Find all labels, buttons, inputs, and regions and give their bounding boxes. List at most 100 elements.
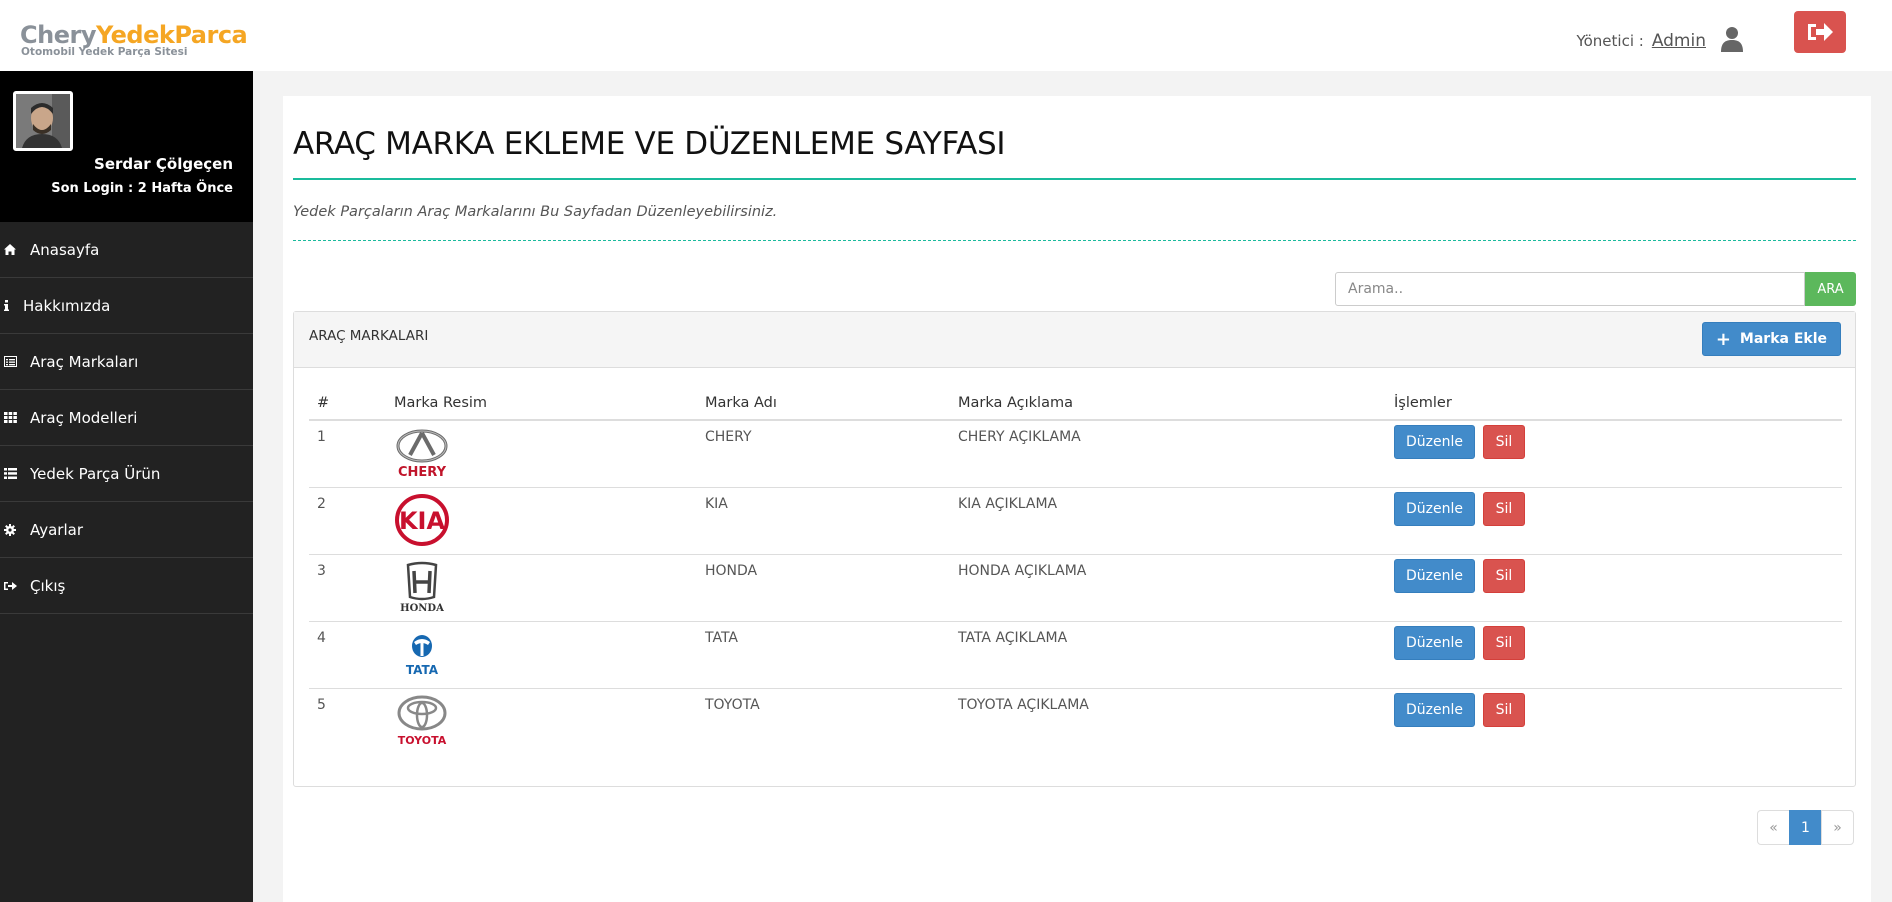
avatar-image: [16, 94, 70, 148]
info-icon: [4, 300, 17, 311]
tata-logo-icon: TATA: [406, 634, 439, 677]
row-actions: Düzenle Sil: [1386, 553, 1842, 621]
pagination-next[interactable]: »: [1821, 810, 1854, 845]
sidebar-item-arac-markalari[interactable]: Araç Markaları: [0, 334, 253, 390]
page-subtitle: Yedek Parçaların Araç Markalarını Bu Say…: [293, 204, 778, 220]
sidebar-item-label: Çıkış: [30, 576, 66, 595]
pagination-page-1[interactable]: 1: [1789, 810, 1822, 845]
logo-text: CheryYedekParca: [20, 21, 248, 49]
brand-name: TOYOTA: [697, 687, 950, 755]
delete-button[interactable]: Sil: [1483, 491, 1525, 526]
svg-text:HONDA: HONDA: [400, 603, 444, 613]
sidebar-item-hakkimizda[interactable]: Hakkımızda: [0, 278, 253, 334]
brands-table: # Marka Resim Marka Adı Marka Açıklama İ…: [309, 386, 1842, 755]
logout-icon: [4, 581, 24, 591]
pagination: « 1 »: [1757, 810, 1854, 845]
honda-logo-icon: HONDA: [400, 561, 444, 613]
table-row: 4 TATA TATA TATA AÇIKLAMA Düzenle Sil: [309, 620, 1842, 688]
user-label: Yönetici :: [1576, 32, 1644, 50]
edit-button[interactable]: Düzenle: [1394, 558, 1475, 593]
svg-text:KIA: KIA: [399, 507, 446, 535]
svg-text:CHERY: CHERY: [398, 465, 447, 479]
edit-button[interactable]: Düzenle: [1394, 625, 1475, 660]
profile-panel: Serdar Çölgeçen Son Login : 2 Hafta Önce: [0, 71, 253, 222]
brand-description: KIA AÇIKLAMA: [950, 486, 1386, 554]
cog-icon: [4, 523, 24, 536]
last-login-text: Son Login : 2 Hafta Önce: [51, 181, 233, 196]
title-divider: [293, 178, 1856, 180]
pagination-prev[interactable]: «: [1757, 810, 1790, 845]
search-button[interactable]: ARA: [1805, 272, 1856, 306]
delete-button[interactable]: Sil: [1483, 625, 1525, 660]
column-header-number: #: [309, 386, 386, 421]
row-number: 4: [309, 620, 386, 688]
add-brand-button[interactable]: + Marka Ekle: [1701, 322, 1841, 356]
avatar: [13, 91, 73, 151]
table-header-row: # Marka Resim Marka Adı Marka Açıklama İ…: [309, 386, 1842, 421]
sidebar-item-anasayfa[interactable]: Anasayfa: [0, 222, 253, 278]
logout-button[interactable]: [1794, 11, 1846, 53]
sidebar-item-label: Ayarlar: [30, 520, 84, 539]
table-row: 3 HONDA HONDA HONDA AÇIKLAMA Düzenle Sil: [309, 553, 1842, 621]
search-input[interactable]: [1335, 272, 1805, 306]
brand-logo-cell: CHERY: [386, 420, 697, 487]
brand-logo-cell: HONDA: [386, 553, 697, 621]
profile-name: Serdar Çölgeçen: [94, 155, 233, 173]
row-number: 2: [309, 486, 386, 554]
brand-description: HONDA AÇIKLAMA: [950, 553, 1386, 621]
add-brand-label: Marka Ekle: [1739, 331, 1827, 347]
sidebar-item-yedek-parca-urun[interactable]: Yedek Parça Ürün: [0, 446, 253, 502]
list-icon: [4, 468, 24, 479]
brand-name: CHERY: [705, 429, 752, 445]
chery-logo-icon: CHERY: [396, 429, 448, 479]
table-row: 1 CHERY CHERY CHERY AÇIKLAMA Düzenle Sil: [309, 420, 1842, 487]
list-alt-icon: [4, 356, 24, 367]
sidebar-item-label: Hakkımızda: [23, 296, 111, 315]
panel-heading: ARAÇ MARKALARI + Marka Ekle: [294, 312, 1855, 368]
user-info: Yönetici : Admin: [1576, 27, 1744, 54]
user-icon: [1721, 27, 1743, 52]
column-header-image: Marka Resim: [386, 386, 697, 421]
brand-name: HONDA: [697, 553, 950, 621]
brand-description: TOYOTA AÇIKLAMA: [950, 687, 1386, 755]
sidebar-item-label: Anasayfa: [30, 240, 100, 259]
sidebar-item-ayarlar[interactable]: Ayarlar: [0, 502, 253, 558]
sidebar-item-cikis[interactable]: Çıkış: [0, 558, 253, 614]
sidebar-item-arac-modelleri[interactable]: Araç Modelleri: [0, 390, 253, 446]
site-logo[interactable]: CheryYedekParca Otomobil Yedek Parça Sit…: [20, 21, 248, 58]
row-actions: Düzenle Sil: [1386, 687, 1842, 755]
dashed-divider: [293, 240, 1856, 241]
toyota-logo-icon: TOYOTA: [397, 695, 447, 747]
delete-button[interactable]: Sil: [1483, 692, 1525, 727]
row-number: 1: [317, 429, 326, 445]
row-number: 5: [309, 687, 386, 755]
row-actions: Düzenle Sil: [1386, 486, 1842, 554]
brand-logo-cell: TATA: [386, 620, 697, 688]
row-actions: Düzenle Sil: [1386, 420, 1842, 487]
table-row: 2 KIA KIA KIA AÇIKLAMA Düzenle Sil: [309, 486, 1842, 554]
sidebar-item-label: Araç Modelleri: [30, 408, 138, 427]
top-navbar: CheryYedekParca Otomobil Yedek Parça Sit…: [0, 0, 1892, 71]
delete-button[interactable]: Sil: [1483, 425, 1525, 459]
brand-logo-cell: TOYOTA: [386, 687, 697, 755]
sidebar: Serdar Çölgeçen Son Login : 2 Hafta Önce…: [0, 71, 253, 902]
svg-text:TOYOTA: TOYOTA: [398, 734, 447, 747]
brand-name: KIA: [697, 486, 950, 554]
kia-logo-icon: KIA: [395, 493, 449, 546]
brand-description: TATA AÇIKLAMA: [950, 620, 1386, 688]
column-header-name: Marka Adı: [697, 386, 950, 421]
delete-button[interactable]: Sil: [1483, 558, 1525, 593]
grid-icon: [4, 412, 24, 423]
page-title: ARAÇ MARKA EKLEME VE DÜZENLEME SAYFASI: [293, 126, 1006, 162]
panel-title: ARAÇ MARKALARI: [309, 328, 429, 344]
edit-button[interactable]: Düzenle: [1394, 692, 1475, 727]
main-content: ARAÇ MARKA EKLEME VE DÜZENLEME SAYFASI Y…: [283, 96, 1871, 902]
edit-button[interactable]: Düzenle: [1394, 425, 1475, 459]
svg-text:TATA: TATA: [406, 663, 439, 677]
brands-panel: ARAÇ MARKALARI + Marka Ekle # Marka Resi…: [293, 311, 1856, 787]
plus-icon: +: [1715, 328, 1731, 350]
admin-link[interactable]: Admin: [1652, 31, 1706, 51]
brand-logo-cell: KIA: [386, 486, 697, 554]
edit-button[interactable]: Düzenle: [1394, 491, 1475, 526]
brand-description: CHERY AÇIKLAMA: [958, 429, 1081, 445]
